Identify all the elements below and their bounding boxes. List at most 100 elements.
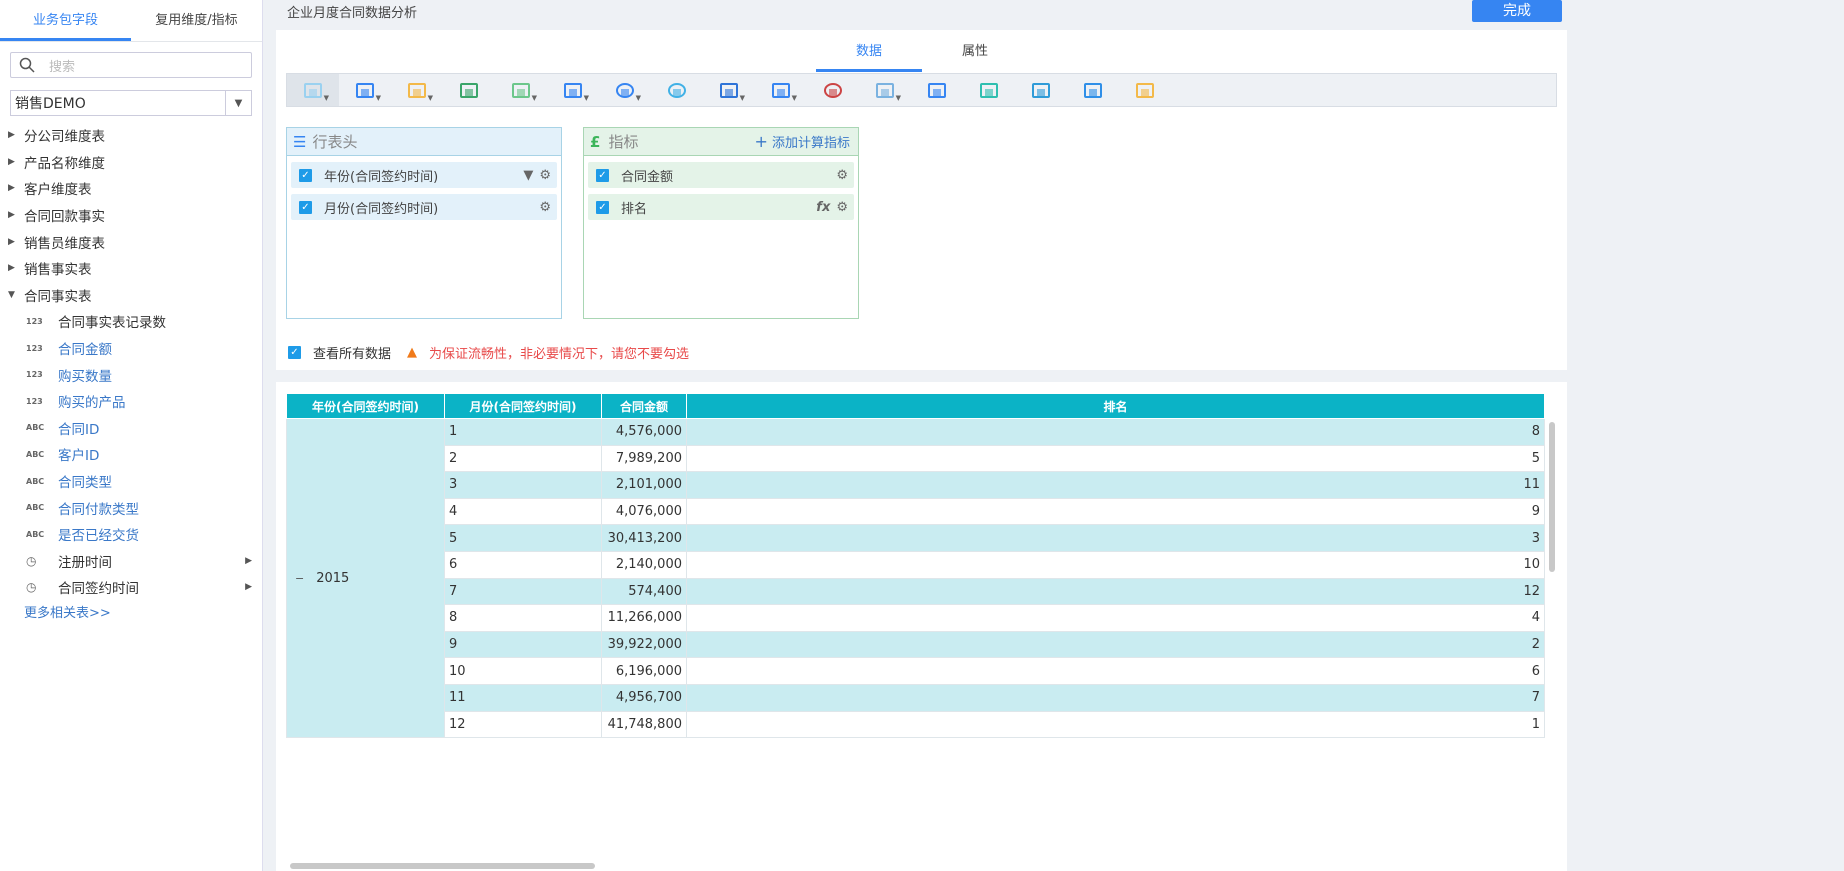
chart-type-area[interactable]: ▼ bbox=[495, 74, 547, 106]
tab-reuse-dimensions[interactable]: 复用维度/指标 bbox=[131, 0, 262, 41]
collapsed-icon[interactable]: ▶ bbox=[8, 157, 24, 167]
collapsed-icon[interactable]: ▶ bbox=[8, 210, 24, 220]
more-tables-link[interactable]: 更多相关表>> bbox=[0, 601, 262, 627]
column-header[interactable]: 排名 bbox=[686, 393, 1545, 419]
field-item[interactable]: ABC 客户ID bbox=[0, 441, 262, 468]
field-item[interactable]: 123 购买的产品 bbox=[0, 388, 262, 415]
metric-field-amount[interactable]: ✓ 合同金额 ⚙ bbox=[588, 162, 854, 188]
metric-field-rank[interactable]: ✓ 排名 fx ⚙ bbox=[588, 194, 854, 220]
chart-type-combo[interactable]: ▼ bbox=[547, 74, 599, 106]
dropdown-arrow-icon[interactable]: ▼ bbox=[584, 94, 589, 102]
chart-type-radar[interactable]: ▼ bbox=[859, 74, 911, 106]
chart-type-china-map[interactable]: ▼ bbox=[703, 74, 755, 106]
column-header[interactable]: 合同金额 bbox=[601, 393, 687, 419]
chart-type-donut[interactable] bbox=[651, 74, 703, 106]
expanded-icon[interactable]: ▼ bbox=[8, 290, 24, 300]
table-node[interactable]: ▶ 销售事实表 bbox=[0, 255, 262, 282]
field-item[interactable]: 123 购买数量 bbox=[0, 361, 262, 388]
collapsed-icon[interactable]: ▶ bbox=[8, 183, 24, 193]
chart-type-horizontal-bar[interactable]: ▼ bbox=[391, 74, 443, 106]
dropdown-arrow-icon[interactable]: ▼ bbox=[428, 94, 433, 102]
chart-type-word-cloud[interactable] bbox=[963, 74, 1015, 106]
dropdown-arrow-icon[interactable]: ▼ bbox=[532, 94, 537, 102]
checkbox[interactable]: ✓ bbox=[299, 168, 312, 182]
gear-icon[interactable]: ⚙ bbox=[836, 200, 848, 215]
field-item[interactable]: ABC 是否已经交货 bbox=[0, 521, 262, 548]
filter-icon[interactable]: ▼ bbox=[523, 168, 533, 183]
table-node-label: 客户维度表 bbox=[24, 182, 92, 199]
vertical-scrollbar[interactable] bbox=[1549, 422, 1555, 572]
china-map-icon bbox=[720, 83, 738, 98]
chart-type-point-map[interactable]: ▼ bbox=[755, 74, 807, 106]
chart-type-toolbar: ▼ ▼ ▼ ▼ ▼ ▼ ▼ ▼ ▼ bbox=[286, 73, 1557, 107]
field-item[interactable]: 123 合同金额 bbox=[0, 335, 262, 362]
chevron-down-icon[interactable]: ▼ bbox=[225, 91, 251, 115]
tab-data[interactable]: 数据 bbox=[816, 42, 922, 72]
sidebar: 业务包字段 复用维度/指标 搜索 销售DEMO ▼ ▶ 分公司维度表 ▶ 产品名称维度… bbox=[0, 0, 263, 871]
chart-type-funnel[interactable] bbox=[1067, 74, 1119, 106]
field-item[interactable]: ◷ 合同签约时间 ▶ bbox=[0, 574, 262, 601]
column-header[interactable]: 月份(合同签约时间) bbox=[444, 393, 602, 419]
fx-icon[interactable]: fx bbox=[816, 200, 830, 215]
column-header[interactable]: 年份(合同签约时间) bbox=[286, 393, 445, 419]
table-node[interactable]: ▶ 产品名称维度 bbox=[0, 149, 262, 176]
dropdown-arrow-icon[interactable]: ▼ bbox=[896, 94, 901, 102]
gear-icon[interactable]: ⚙ bbox=[836, 168, 848, 183]
dropdown-arrow-icon[interactable]: ▼ bbox=[740, 94, 745, 102]
row-field-year[interactable]: ✓ 年份(合同签约时间) ▼ ⚙ bbox=[291, 162, 557, 188]
table-node[interactable]: ▶ 合同回款事实 bbox=[0, 202, 262, 229]
horizontal-scrollbar[interactable] bbox=[290, 863, 595, 869]
checkbox[interactable]: ✓ bbox=[596, 168, 609, 182]
chart-type-bar[interactable]: ▼ bbox=[339, 74, 391, 106]
chart-type-scatter[interactable] bbox=[911, 74, 963, 106]
table-node[interactable]: ▼ 合同事实表 bbox=[0, 282, 262, 309]
view-all-checkbox[interactable]: ✓ bbox=[288, 346, 301, 359]
field-item[interactable]: ◷ 注册时间 ▶ bbox=[0, 548, 262, 575]
dropdown-arrow-icon[interactable]: ▼ bbox=[636, 94, 641, 102]
collapsed-icon[interactable]: ▶ bbox=[8, 130, 24, 140]
checkbox[interactable]: ✓ bbox=[299, 200, 312, 214]
row-field-month[interactable]: ✓ 月份(合同签约时间) ⚙ bbox=[291, 194, 557, 220]
collapsed-icon[interactable]: ▶ bbox=[8, 263, 24, 273]
chart-type-line[interactable] bbox=[443, 74, 495, 106]
chart-type-treemap[interactable] bbox=[1119, 74, 1171, 106]
collapse-icon[interactable]: − bbox=[295, 572, 304, 585]
table-row: 4 4,076,000 9 bbox=[287, 497, 1545, 526]
month-cell: 7 bbox=[444, 577, 602, 606]
line-icon bbox=[460, 83, 478, 98]
year-cell[interactable]: −2015 bbox=[286, 417, 445, 739]
done-button[interactable]: 完成 bbox=[1472, 0, 1562, 22]
number-type-icon: 123 bbox=[26, 396, 43, 406]
field-item[interactable]: ABC 合同ID bbox=[0, 415, 262, 442]
chart-type-gauge[interactable] bbox=[807, 74, 859, 106]
table-node[interactable]: ▶ 销售员维度表 bbox=[0, 228, 262, 255]
dropdown-arrow-icon[interactable]: ▼ bbox=[324, 94, 329, 102]
month-cell: 11 bbox=[444, 683, 602, 712]
expand-arrow-icon[interactable]: ▶ bbox=[245, 556, 252, 566]
field-item[interactable]: 123 合同事实表记录数 bbox=[0, 308, 262, 335]
search-input[interactable]: 搜索 bbox=[10, 52, 252, 78]
field-label: 合同事实表记录数 bbox=[58, 315, 166, 332]
month-cell: 2 bbox=[444, 444, 602, 473]
checkbox[interactable]: ✓ bbox=[596, 200, 609, 214]
chart-type-pie[interactable]: ▼ bbox=[599, 74, 651, 106]
add-calculated-metric-button[interactable]: + 添加计算指标 bbox=[754, 132, 850, 151]
table-node[interactable]: ▶ 分公司维度表 bbox=[0, 122, 262, 149]
tab-business-fields[interactable]: 业务包字段 bbox=[0, 0, 131, 41]
collapsed-icon[interactable]: ▶ bbox=[8, 237, 24, 247]
field-item[interactable]: ABC 合同类型 bbox=[0, 468, 262, 495]
field-item[interactable]: ABC 合同付款类型 bbox=[0, 494, 262, 521]
gear-icon[interactable]: ⚙ bbox=[539, 168, 551, 183]
chart-type-force-bubble[interactable] bbox=[1015, 74, 1067, 106]
chart-type-table[interactable]: ▼ bbox=[287, 74, 339, 106]
package-select[interactable]: 销售DEMO ▼ bbox=[10, 90, 252, 116]
dropdown-arrow-icon[interactable]: ▼ bbox=[376, 94, 381, 102]
dropdown-arrow-icon[interactable]: ▼ bbox=[792, 94, 797, 102]
table-node[interactable]: ▶ 客户维度表 bbox=[0, 175, 262, 202]
gear-icon[interactable]: ⚙ bbox=[539, 200, 551, 215]
field-label: 合同付款类型 bbox=[58, 501, 139, 518]
amount-cell: 2,140,000 bbox=[601, 550, 687, 579]
tab-properties[interactable]: 属性 bbox=[922, 42, 1028, 72]
table-node-label: 产品名称维度 bbox=[24, 155, 105, 172]
expand-arrow-icon[interactable]: ▶ bbox=[245, 582, 252, 592]
